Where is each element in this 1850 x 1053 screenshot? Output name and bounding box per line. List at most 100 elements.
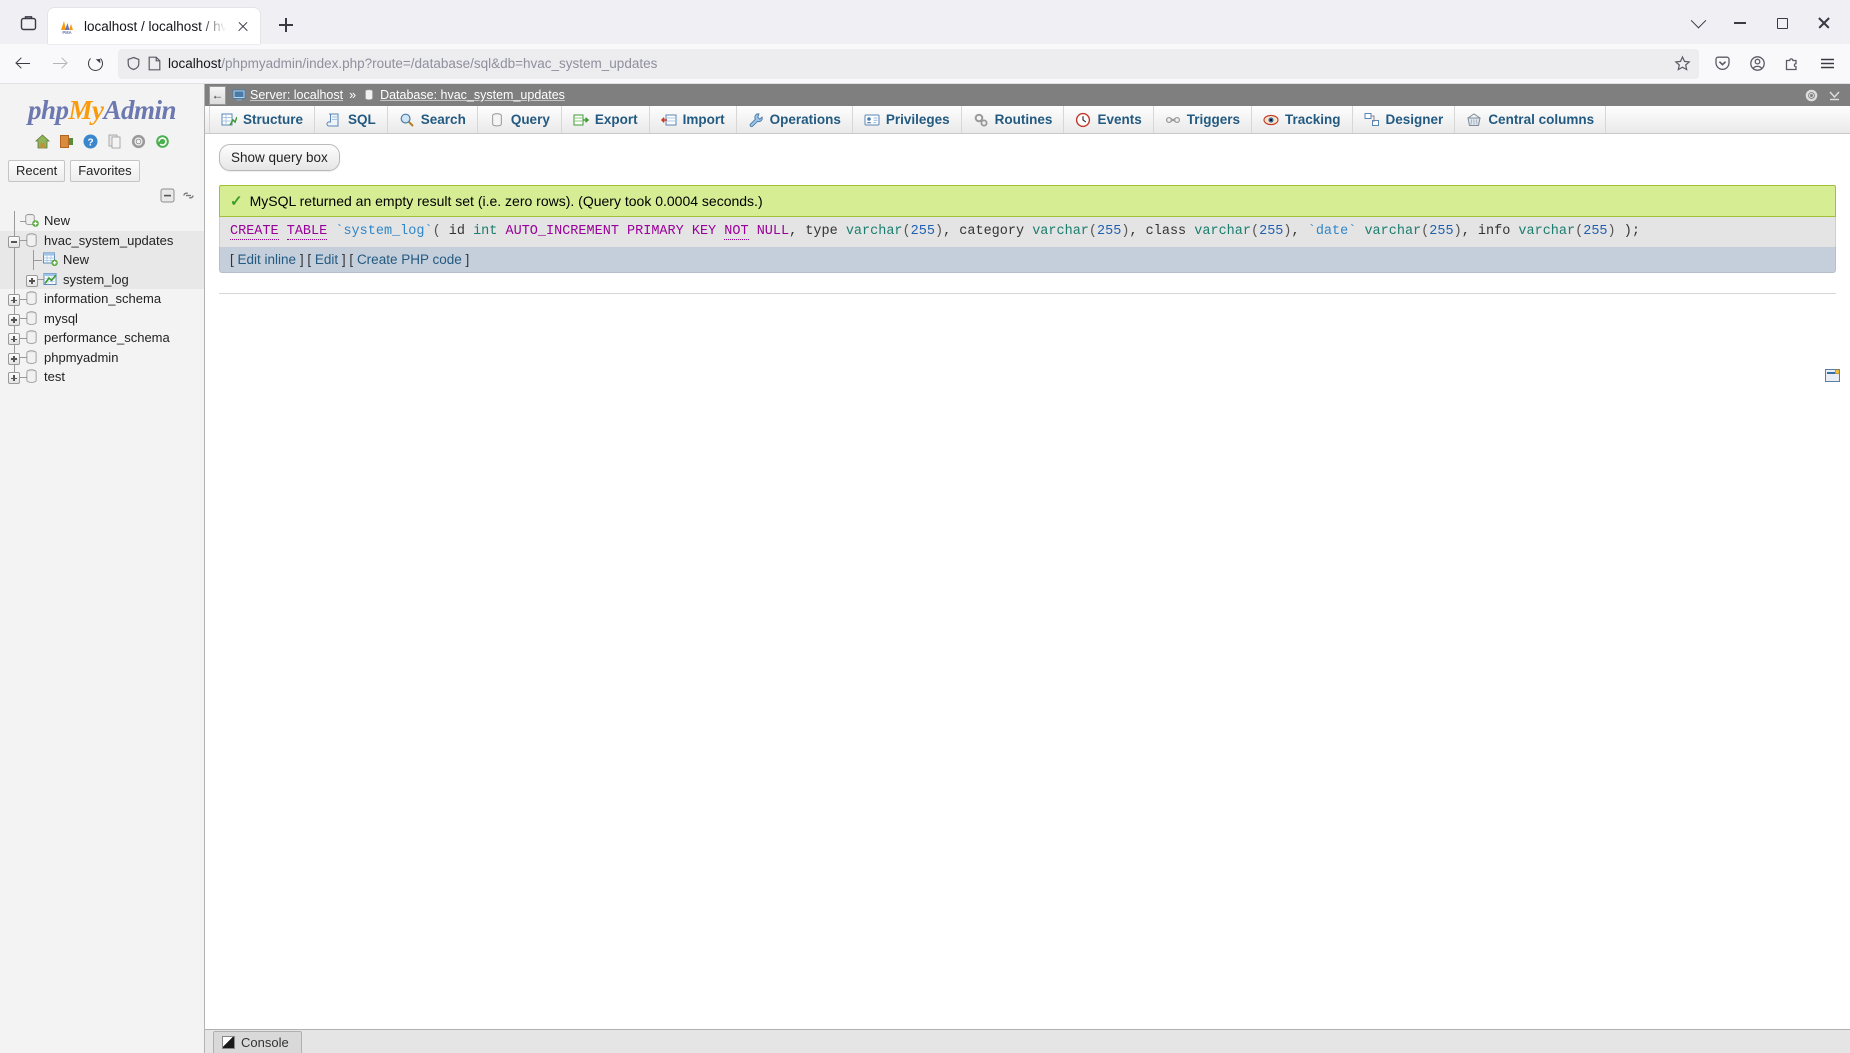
settings-gear-icon[interactable] bbox=[1804, 88, 1819, 103]
tree-connector bbox=[6, 211, 23, 231]
edit-link[interactable]: Edit bbox=[315, 252, 338, 267]
tree-item-new-table[interactable]: New bbox=[0, 250, 204, 270]
phpmyadmin-app: phpMyAdmin ? Recent Favorites bbox=[0, 84, 1850, 1053]
tree-expander-plus[interactable] bbox=[6, 348, 23, 368]
home-icon[interactable] bbox=[34, 133, 51, 150]
tab-central-columns[interactable]: Central columns bbox=[1455, 106, 1606, 133]
breadcrumb-server[interactable]: Server: localhost bbox=[250, 88, 343, 102]
executed-sql-query[interactable]: CREATE TABLE `system_log`( id int AUTO_I… bbox=[219, 217, 1836, 247]
list-all-tabs-button[interactable] bbox=[1678, 6, 1718, 40]
tree-item-phpmyadmin[interactable]: phpmyadmin bbox=[0, 348, 204, 368]
server-icon bbox=[232, 88, 246, 102]
sql-token: CREATE bbox=[230, 224, 279, 240]
docs-icon[interactable] bbox=[106, 133, 123, 150]
tab-query[interactable]: Query bbox=[478, 106, 562, 133]
sql-token: NULL bbox=[757, 224, 789, 239]
query-results-operations-icon[interactable] bbox=[1825, 369, 1840, 382]
breadcrumb-back-button[interactable]: ← bbox=[209, 86, 226, 105]
tab-export[interactable]: Export bbox=[562, 106, 650, 133]
reload-navigation-icon[interactable] bbox=[154, 133, 171, 150]
show-query-box-button[interactable]: Show query box bbox=[219, 144, 340, 171]
pocket-button[interactable] bbox=[1705, 48, 1739, 80]
sql-token: ) bbox=[1283, 224, 1291, 239]
tree-item-test[interactable]: test bbox=[0, 367, 204, 387]
link-with-main-panel-icon[interactable] bbox=[181, 188, 196, 203]
console-toggle[interactable]: Console bbox=[213, 1031, 302, 1053]
sql-token: ( bbox=[903, 224, 911, 239]
console-icon bbox=[222, 1036, 235, 1049]
maximize-button[interactable] bbox=[1762, 6, 1802, 40]
database-tree: New hvac_system_updates bbox=[0, 207, 204, 387]
events-clock-icon bbox=[1075, 112, 1091, 128]
account-button[interactable] bbox=[1740, 48, 1774, 80]
shield-icon[interactable] bbox=[126, 56, 141, 71]
tree-expander-plus[interactable] bbox=[6, 309, 23, 329]
tree-expander-plus[interactable] bbox=[6, 289, 23, 309]
tab-events[interactable]: Events bbox=[1064, 106, 1153, 133]
database-icon bbox=[23, 290, 40, 307]
tree-item-new-database[interactable]: New bbox=[0, 211, 204, 231]
collapse-navigation-icon[interactable] bbox=[1827, 88, 1842, 103]
close-window-button[interactable] bbox=[1804, 6, 1844, 40]
tab-structure[interactable]: Structure bbox=[209, 106, 315, 133]
tab-designer[interactable]: Designer bbox=[1353, 106, 1456, 133]
app-menu-button[interactable] bbox=[1810, 48, 1844, 80]
phpmyadmin-logo[interactable]: phpMyAdmin bbox=[0, 84, 204, 131]
tree-expander-minus[interactable] bbox=[6, 231, 23, 251]
tab-routines[interactable]: Routines bbox=[962, 106, 1065, 133]
tree-item-information-schema[interactable]: information_schema bbox=[0, 289, 204, 309]
star-icon[interactable] bbox=[1674, 55, 1691, 72]
settings-gear-icon[interactable] bbox=[130, 133, 147, 150]
firefox-view-icon[interactable] bbox=[8, 6, 48, 40]
tab-close-icon[interactable] bbox=[234, 17, 252, 35]
url-bar[interactable]: localhost/phpmyadmin/index.php?route=/da… bbox=[118, 49, 1699, 79]
sql-token: ( bbox=[1251, 224, 1259, 239]
tab-import[interactable]: Import bbox=[650, 106, 737, 133]
forward-arrow-icon bbox=[52, 56, 67, 71]
sql-token: id bbox=[441, 224, 473, 239]
tree-item-system-log[interactable]: system_log bbox=[0, 270, 204, 290]
tab-label: Search bbox=[421, 112, 466, 127]
sql-token: ( bbox=[433, 224, 441, 239]
new-tab-button[interactable] bbox=[270, 9, 302, 41]
back-button[interactable] bbox=[6, 48, 40, 80]
logout-icon[interactable] bbox=[58, 133, 75, 150]
url-path: /phpmyadmin/index.php?route=/database/sq… bbox=[221, 56, 657, 71]
tree-connector bbox=[23, 250, 42, 270]
sql-token: TABLE bbox=[287, 224, 328, 240]
sql-token: varchar bbox=[1518, 224, 1575, 239]
tab-search[interactable]: Search bbox=[388, 106, 478, 133]
sql-token: varchar bbox=[1194, 224, 1251, 239]
help-icon[interactable]: ? bbox=[82, 133, 99, 150]
tree-expander-plus[interactable] bbox=[6, 367, 23, 387]
tab-label: Triggers bbox=[1187, 112, 1240, 127]
tree-expander-plus[interactable] bbox=[23, 270, 42, 290]
extensions-button[interactable] bbox=[1775, 48, 1809, 80]
reload-button[interactable] bbox=[78, 48, 112, 80]
sql-token: ( bbox=[1089, 224, 1097, 239]
tab-triggers[interactable]: Triggers bbox=[1154, 106, 1252, 133]
favorites-tab[interactable]: Favorites bbox=[70, 160, 139, 182]
forward-button[interactable] bbox=[42, 48, 76, 80]
url-host: localhost bbox=[168, 56, 221, 71]
tab-sql[interactable]: SQL bbox=[315, 106, 388, 133]
tree-item-hvac-system-updates[interactable]: hvac_system_updates bbox=[0, 231, 204, 251]
create-php-code-link[interactable]: Create PHP code bbox=[357, 252, 462, 267]
edit-inline-link[interactable]: Edit inline bbox=[238, 252, 297, 267]
tree-item-performance-schema[interactable]: performance_schema bbox=[0, 328, 204, 348]
recent-tab[interactable]: Recent bbox=[8, 160, 65, 182]
tree-expander-plus[interactable] bbox=[6, 328, 23, 348]
tab-tracking[interactable]: Tracking bbox=[1252, 106, 1353, 133]
search-icon bbox=[399, 112, 415, 128]
new-table-icon bbox=[42, 251, 59, 268]
tree-item-mysql[interactable]: mysql bbox=[0, 309, 204, 329]
tab-privileges[interactable]: Privileges bbox=[853, 106, 962, 133]
breadcrumb-database[interactable]: Database: hvac_system_updates bbox=[380, 88, 565, 102]
collapse-all-icon[interactable] bbox=[160, 188, 175, 203]
browser-tab[interactable]: PMA localhost / localhost / hva bbox=[48, 8, 260, 44]
tree-item-label: New bbox=[63, 252, 89, 267]
export-icon bbox=[573, 112, 589, 128]
tab-label: Central columns bbox=[1488, 112, 1594, 127]
minimize-button[interactable] bbox=[1720, 6, 1760, 40]
tab-operations[interactable]: Operations bbox=[737, 106, 853, 133]
